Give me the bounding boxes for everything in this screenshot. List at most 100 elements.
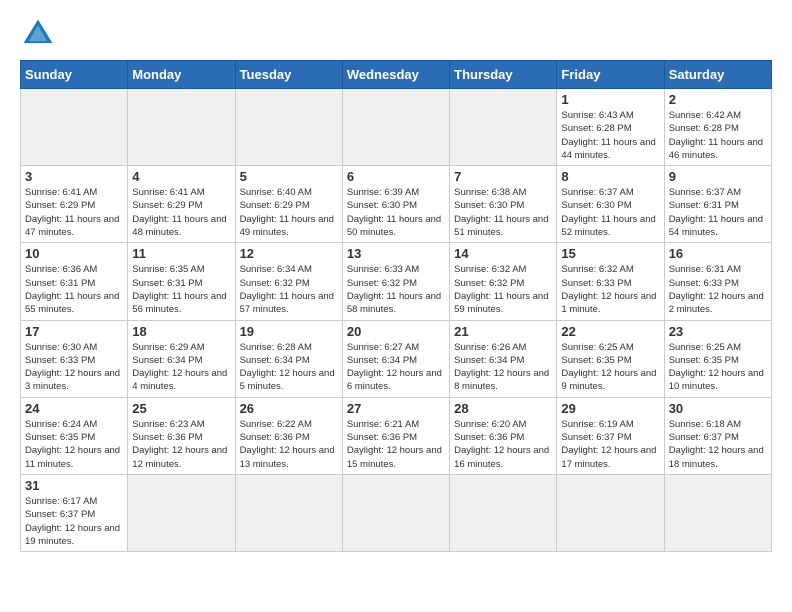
calendar-cell bbox=[128, 89, 235, 166]
day-info: Sunrise: 6:37 AM Sunset: 6:30 PM Dayligh… bbox=[561, 186, 659, 239]
calendar-cell: 28Sunrise: 6:20 AM Sunset: 6:36 PM Dayli… bbox=[450, 397, 557, 474]
day-number: 12 bbox=[240, 246, 338, 261]
calendar-cell: 13Sunrise: 6:33 AM Sunset: 6:32 PM Dayli… bbox=[342, 243, 449, 320]
calendar-cell: 30 Sunrise: 6:18 AM Sunset: 6:37 PM Dayli… bbox=[664, 397, 771, 474]
calendar-header-sunday: Sunday bbox=[21, 61, 128, 89]
calendar-cell: 27 Sunrise: 6:21 AM Sunset: 6:36 PM Dayli… bbox=[342, 397, 449, 474]
calendar-cell: 21 Sunrise: 6:26 AM Sunset: 6:34 PM Dayli… bbox=[450, 320, 557, 397]
calendar-cell: 18 Sunrise: 6:29 AM Sunset: 6:34 PM Dayli… bbox=[128, 320, 235, 397]
day-number: 10 bbox=[25, 246, 123, 261]
day-info: Sunrise: 6:25 AM Sunset: 6:35 PM Dayligh… bbox=[561, 341, 659, 394]
day-info: Sunrise: 6:18 AM Sunset: 6:37 PM Dayligh… bbox=[669, 418, 767, 471]
calendar-cell bbox=[450, 474, 557, 551]
day-info: Sunrise: 6:41 AM Sunset: 6:29 PM Dayligh… bbox=[132, 186, 230, 239]
calendar-cell: 7 Sunrise: 6:38 AM Sunset: 6:30 PM Daylig… bbox=[450, 166, 557, 243]
day-number: 29 bbox=[561, 401, 659, 416]
day-number: 27 bbox=[347, 401, 445, 416]
day-info: Sunrise: 6:31 AM Sunset: 6:33 PM Dayligh… bbox=[669, 263, 767, 316]
calendar-cell: 8 Sunrise: 6:37 AM Sunset: 6:30 PM Daylig… bbox=[557, 166, 664, 243]
calendar-cell: 9Sunrise: 6:37 AM Sunset: 6:31 PM Daylig… bbox=[664, 166, 771, 243]
day-number: 24 bbox=[25, 401, 123, 416]
calendar-header-saturday: Saturday bbox=[664, 61, 771, 89]
calendar-cell: 10 Sunrise: 6:36 AM Sunset: 6:31 PM Dayli… bbox=[21, 243, 128, 320]
calendar-cell: 16 Sunrise: 6:31 AM Sunset: 6:33 PM Dayli… bbox=[664, 243, 771, 320]
calendar-week-row: 24Sunrise: 6:24 AM Sunset: 6:35 PM Dayli… bbox=[21, 397, 772, 474]
day-number: 14 bbox=[454, 246, 552, 261]
day-number: 11 bbox=[132, 246, 230, 261]
header bbox=[20, 16, 772, 52]
calendar-header-monday: Monday bbox=[128, 61, 235, 89]
day-number: 4 bbox=[132, 169, 230, 184]
calendar-header-wednesday: Wednesday bbox=[342, 61, 449, 89]
day-info: Sunrise: 6:21 AM Sunset: 6:36 PM Dayligh… bbox=[347, 418, 445, 471]
day-info: Sunrise: 6:40 AM Sunset: 6:29 PM Dayligh… bbox=[240, 186, 338, 239]
day-info: Sunrise: 6:29 AM Sunset: 6:34 PM Dayligh… bbox=[132, 341, 230, 394]
day-info: Sunrise: 6:28 AM Sunset: 6:34 PM Dayligh… bbox=[240, 341, 338, 394]
day-info: Sunrise: 6:17 AM Sunset: 6:37 PM Dayligh… bbox=[25, 495, 123, 548]
day-info: Sunrise: 6:32 AM Sunset: 6:32 PM Dayligh… bbox=[454, 263, 552, 316]
calendar-cell bbox=[21, 89, 128, 166]
calendar-cell: 3Sunrise: 6:41 AM Sunset: 6:29 PM Daylig… bbox=[21, 166, 128, 243]
day-number: 30 bbox=[669, 401, 767, 416]
day-number: 9 bbox=[669, 169, 767, 184]
calendar-cell: 4 Sunrise: 6:41 AM Sunset: 6:29 PM Daylig… bbox=[128, 166, 235, 243]
day-number: 3 bbox=[25, 169, 123, 184]
day-info: Sunrise: 6:23 AM Sunset: 6:36 PM Dayligh… bbox=[132, 418, 230, 471]
calendar-cell bbox=[557, 474, 664, 551]
day-info: Sunrise: 6:39 AM Sunset: 6:30 PM Dayligh… bbox=[347, 186, 445, 239]
calendar-cell: 26 Sunrise: 6:22 AM Sunset: 6:36 PM Dayli… bbox=[235, 397, 342, 474]
calendar-cell: 15 Sunrise: 6:32 AM Sunset: 6:33 PM Dayli… bbox=[557, 243, 664, 320]
calendar-cell bbox=[342, 474, 449, 551]
calendar-week-row: 1 Sunrise: 6:43 AM Sunset: 6:28 PM Daylig… bbox=[21, 89, 772, 166]
calendar-cell: 29Sunrise: 6:19 AM Sunset: 6:37 PM Dayli… bbox=[557, 397, 664, 474]
day-info: Sunrise: 6:38 AM Sunset: 6:30 PM Dayligh… bbox=[454, 186, 552, 239]
day-info: Sunrise: 6:26 AM Sunset: 6:34 PM Dayligh… bbox=[454, 341, 552, 394]
day-number: 28 bbox=[454, 401, 552, 416]
calendar-cell bbox=[342, 89, 449, 166]
calendar-week-row: 17Sunrise: 6:30 AM Sunset: 6:33 PM Dayli… bbox=[21, 320, 772, 397]
calendar-cell: 25 Sunrise: 6:23 AM Sunset: 6:36 PM Dayli… bbox=[128, 397, 235, 474]
calendar-cell: 11 Sunrise: 6:35 AM Sunset: 6:31 PM Dayli… bbox=[128, 243, 235, 320]
calendar-cell: 1 Sunrise: 6:43 AM Sunset: 6:28 PM Daylig… bbox=[557, 89, 664, 166]
page: SundayMondayTuesdayWednesdayThursdayFrid… bbox=[0, 0, 792, 562]
day-number: 16 bbox=[669, 246, 767, 261]
calendar-cell: 2Sunrise: 6:42 AM Sunset: 6:28 PM Daylig… bbox=[664, 89, 771, 166]
calendar-cell: 19 Sunrise: 6:28 AM Sunset: 6:34 PM Dayli… bbox=[235, 320, 342, 397]
day-number: 21 bbox=[454, 324, 552, 339]
calendar-cell: 14 Sunrise: 6:32 AM Sunset: 6:32 PM Dayli… bbox=[450, 243, 557, 320]
calendar-header-thursday: Thursday bbox=[450, 61, 557, 89]
day-number: 15 bbox=[561, 246, 659, 261]
day-info: Sunrise: 6:36 AM Sunset: 6:31 PM Dayligh… bbox=[25, 263, 123, 316]
calendar-week-row: 10 Sunrise: 6:36 AM Sunset: 6:31 PM Dayli… bbox=[21, 243, 772, 320]
day-info: Sunrise: 6:43 AM Sunset: 6:28 PM Dayligh… bbox=[561, 109, 659, 162]
day-info: Sunrise: 6:27 AM Sunset: 6:34 PM Dayligh… bbox=[347, 341, 445, 394]
day-number: 25 bbox=[132, 401, 230, 416]
day-number: 23 bbox=[669, 324, 767, 339]
day-number: 6 bbox=[347, 169, 445, 184]
calendar-cell: 20Sunrise: 6:27 AM Sunset: 6:34 PM Dayli… bbox=[342, 320, 449, 397]
calendar-week-row: 31Sunrise: 6:17 AM Sunset: 6:37 PM Dayli… bbox=[21, 474, 772, 551]
day-info: Sunrise: 6:22 AM Sunset: 6:36 PM Dayligh… bbox=[240, 418, 338, 471]
calendar-cell bbox=[450, 89, 557, 166]
calendar-header-row: SundayMondayTuesdayWednesdayThursdayFrid… bbox=[21, 61, 772, 89]
day-number: 8 bbox=[561, 169, 659, 184]
calendar-cell: 6 Sunrise: 6:39 AM Sunset: 6:30 PM Daylig… bbox=[342, 166, 449, 243]
day-number: 7 bbox=[454, 169, 552, 184]
calendar-cell bbox=[235, 474, 342, 551]
calendar-cell: 12Sunrise: 6:34 AM Sunset: 6:32 PM Dayli… bbox=[235, 243, 342, 320]
day-number: 17 bbox=[25, 324, 123, 339]
calendar-cell: 17Sunrise: 6:30 AM Sunset: 6:33 PM Dayli… bbox=[21, 320, 128, 397]
calendar-cell: 5Sunrise: 6:40 AM Sunset: 6:29 PM Daylig… bbox=[235, 166, 342, 243]
calendar-week-row: 3 Sunrise: 6:41 AM Sunset: 6:29 PM Daylig… bbox=[21, 166, 772, 243]
day-info: Sunrise: 6:32 AM Sunset: 6:33 PM Dayligh… bbox=[561, 263, 659, 316]
day-number: 26 bbox=[240, 401, 338, 416]
day-info: Sunrise: 6:35 AM Sunset: 6:31 PM Dayligh… bbox=[132, 263, 230, 316]
day-info: Sunrise: 6:42 AM Sunset: 6:28 PM Dayligh… bbox=[669, 109, 767, 162]
calendar-cell: 23Sunrise: 6:25 AM Sunset: 6:35 PM Dayli… bbox=[664, 320, 771, 397]
day-number: 19 bbox=[240, 324, 338, 339]
calendar-cell bbox=[235, 89, 342, 166]
calendar-cell: 31Sunrise: 6:17 AM Sunset: 6:37 PM Dayli… bbox=[21, 474, 128, 551]
calendar-header-friday: Friday bbox=[557, 61, 664, 89]
day-number: 1 bbox=[561, 92, 659, 107]
day-number: 18 bbox=[132, 324, 230, 339]
